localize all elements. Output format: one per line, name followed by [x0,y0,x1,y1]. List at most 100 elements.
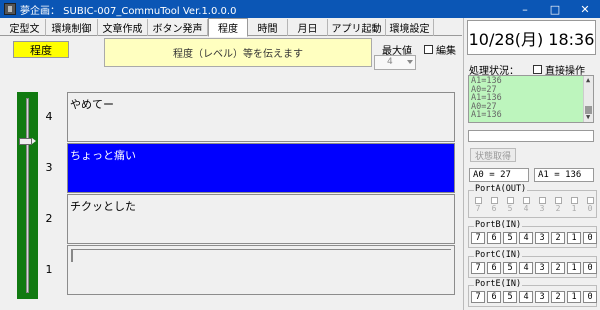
port-c-bit: 4 [519,262,533,274]
a0-value: A0 = 27 [469,168,529,182]
bit-label: 2 [555,204,561,213]
level-item-4[interactable]: やめてー [67,92,455,142]
port-c-bit: 2 [551,262,565,274]
clock-display: 10/28(月) 18:36 [467,20,596,55]
checkbox-icon [570,197,578,204]
port-a-bit[interactable]: 3 [535,197,549,213]
bit-label: 5 [507,204,513,213]
port-a-bit[interactable]: 5 [503,197,517,213]
tab-teikeibun[interactable]: 定型文 [4,19,46,36]
port-e-group: PortE(IN) 7 6 5 4 3 2 1 0 [468,280,597,307]
port-e-title: PortE(IN) [474,279,523,289]
title-bar: 夢企画： SUBIC-007_CommuTool Ver.1.0.0.0 – □… [0,0,600,18]
scroll-up-icon[interactable]: ▲ [586,77,590,84]
tab-jikan[interactable]: 時間 [248,19,288,36]
checkbox-icon [522,197,530,204]
port-c-bit: 7 [471,262,485,274]
maximize-icon[interactable]: □ [540,0,570,18]
max-value-select[interactable]: 4 [374,55,416,70]
port-e-bit: 1 [567,291,581,303]
port-b-title: PortB(IN) [474,220,523,230]
port-b-bit: 5 [503,232,517,244]
tab-button-hassei[interactable]: ボタン発声 [148,19,208,36]
tab-tsukihi[interactable]: 月日 [288,19,328,36]
port-c-bit: 5 [503,262,517,274]
get-state-button[interactable]: 状態取得 [470,148,516,162]
port-a-bit[interactable]: 2 [551,197,565,213]
bit-label: 6 [491,204,497,213]
port-c-bit: 3 [535,262,549,274]
port-e-bits: 7 6 5 4 3 2 1 0 [471,291,597,303]
port-e-bit: 7 [471,291,485,303]
port-e-bit: 4 [519,291,533,303]
port-b-bit: 6 [487,232,501,244]
level-number-3: 3 [45,161,53,174]
port-e-bit: 2 [551,291,565,303]
checkbox-icon [490,197,498,204]
port-e-bit: 0 [583,291,597,303]
port-a-bit[interactable]: 0 [583,197,597,213]
port-a-bit[interactable]: 7 [471,197,485,213]
port-e-bit: 5 [503,291,517,303]
tab-bunsho-sakusei[interactable]: 文章作成 [98,19,148,36]
checkbox-icon [424,45,433,54]
port-c-bit: 6 [487,262,501,274]
port-b-group: PortB(IN) 7 6 5 4 3 2 1 0 [468,221,597,248]
port-c-bit: 1 [567,262,581,274]
tab-kankyo-settei[interactable]: 環境設定 [386,19,434,36]
checkbox-icon [506,197,514,204]
slider-track [26,98,29,293]
port-c-group: PortC(IN) 7 6 5 4 3 2 1 0 [468,251,597,278]
slider-thumb[interactable] [19,138,36,145]
minimize-icon[interactable]: – [510,0,540,18]
edit-label: 編集 [436,46,456,57]
level-number-2: 2 [45,212,53,225]
level-title: 程度 [13,41,69,58]
port-b-bit: 3 [535,232,549,244]
bit-label: 4 [523,204,529,213]
scroll-down-icon[interactable]: ▼ [586,114,590,121]
port-c-bit: 0 [583,262,597,274]
port-a-title: PortA(OUT) [474,184,528,194]
tab-teido[interactable]: 程度 [208,18,248,37]
port-e-bit: 6 [487,291,501,303]
max-value: 4 [387,57,393,67]
window-controls: – □ ✕ [510,0,600,18]
port-c-bits: 7 6 5 4 3 2 1 0 [471,262,597,274]
port-e-bit: 3 [535,291,549,303]
level-item-3[interactable]: ちょっと痛い [67,143,455,193]
bit-label: 7 [475,204,481,213]
app-icon [4,3,16,15]
status-log[interactable]: A1=136 A0=27 A1=136 A0=27 A1=136 ▲ ▼ [468,75,594,123]
command-input[interactable] [468,130,594,142]
port-a-bit[interactable]: 4 [519,197,533,213]
a1-value: A1 = 136 [534,168,594,182]
port-a-bit[interactable]: 1 [567,197,581,213]
tab-kankyo-seigyo[interactable]: 環境制御 [46,19,98,36]
checkbox-icon [554,197,562,204]
port-a-bit[interactable]: 6 [487,197,501,213]
bit-label: 1 [571,204,577,213]
bit-label: 0 [587,204,593,213]
checkbox-icon [538,197,546,204]
level-number-4: 4 [45,110,53,123]
description-box: 程度（レベル）等を伝えます [104,38,372,67]
tab-app-kidou[interactable]: アプリ起動 [328,19,386,36]
port-b-bit: 4 [519,232,533,244]
edit-checkbox[interactable]: 編集 [424,42,456,57]
port-b-bit: 0 [583,232,597,244]
port-b-bits: 7 6 5 4 3 2 1 0 [471,232,597,244]
tab-bar: 定型文 環境制御 文章作成 ボタン発声 程度 時間 月日 アプリ起動 環境設定 [0,18,462,37]
level-slider[interactable] [17,92,38,299]
chevron-down-icon [407,60,413,64]
port-a-bits: 7 6 5 4 3 2 1 0 [471,197,597,213]
log-scrollbar[interactable]: ▲ ▼ [583,76,593,122]
window-title: 夢企画： SUBIC-007_CommuTool Ver.1.0.0.0 [20,5,237,17]
checkbox-icon [533,65,542,74]
checkbox-icon [474,197,482,204]
port-b-bit: 7 [471,232,485,244]
port-b-bit: 1 [567,232,581,244]
level-item-2[interactable]: チクッとした [67,194,455,244]
close-icon[interactable]: ✕ [570,0,600,18]
level-item-1[interactable] [67,245,455,295]
